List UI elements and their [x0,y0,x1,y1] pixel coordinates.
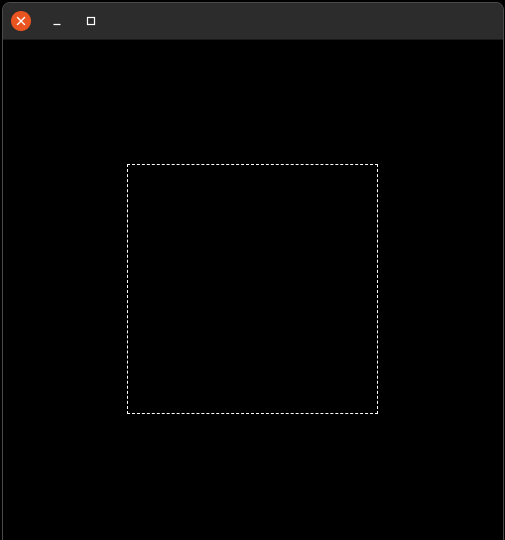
maximize-icon [86,16,96,26]
dashed-focus-rectangle [127,164,378,414]
canvas-area[interactable] [3,40,503,540]
title-bar[interactable] [3,3,503,40]
app-window [2,2,504,540]
minimize-icon [53,23,61,26]
close-button[interactable] [11,11,31,31]
maximize-button[interactable] [81,11,101,31]
minimize-button[interactable] [47,11,67,31]
close-icon [16,16,26,26]
